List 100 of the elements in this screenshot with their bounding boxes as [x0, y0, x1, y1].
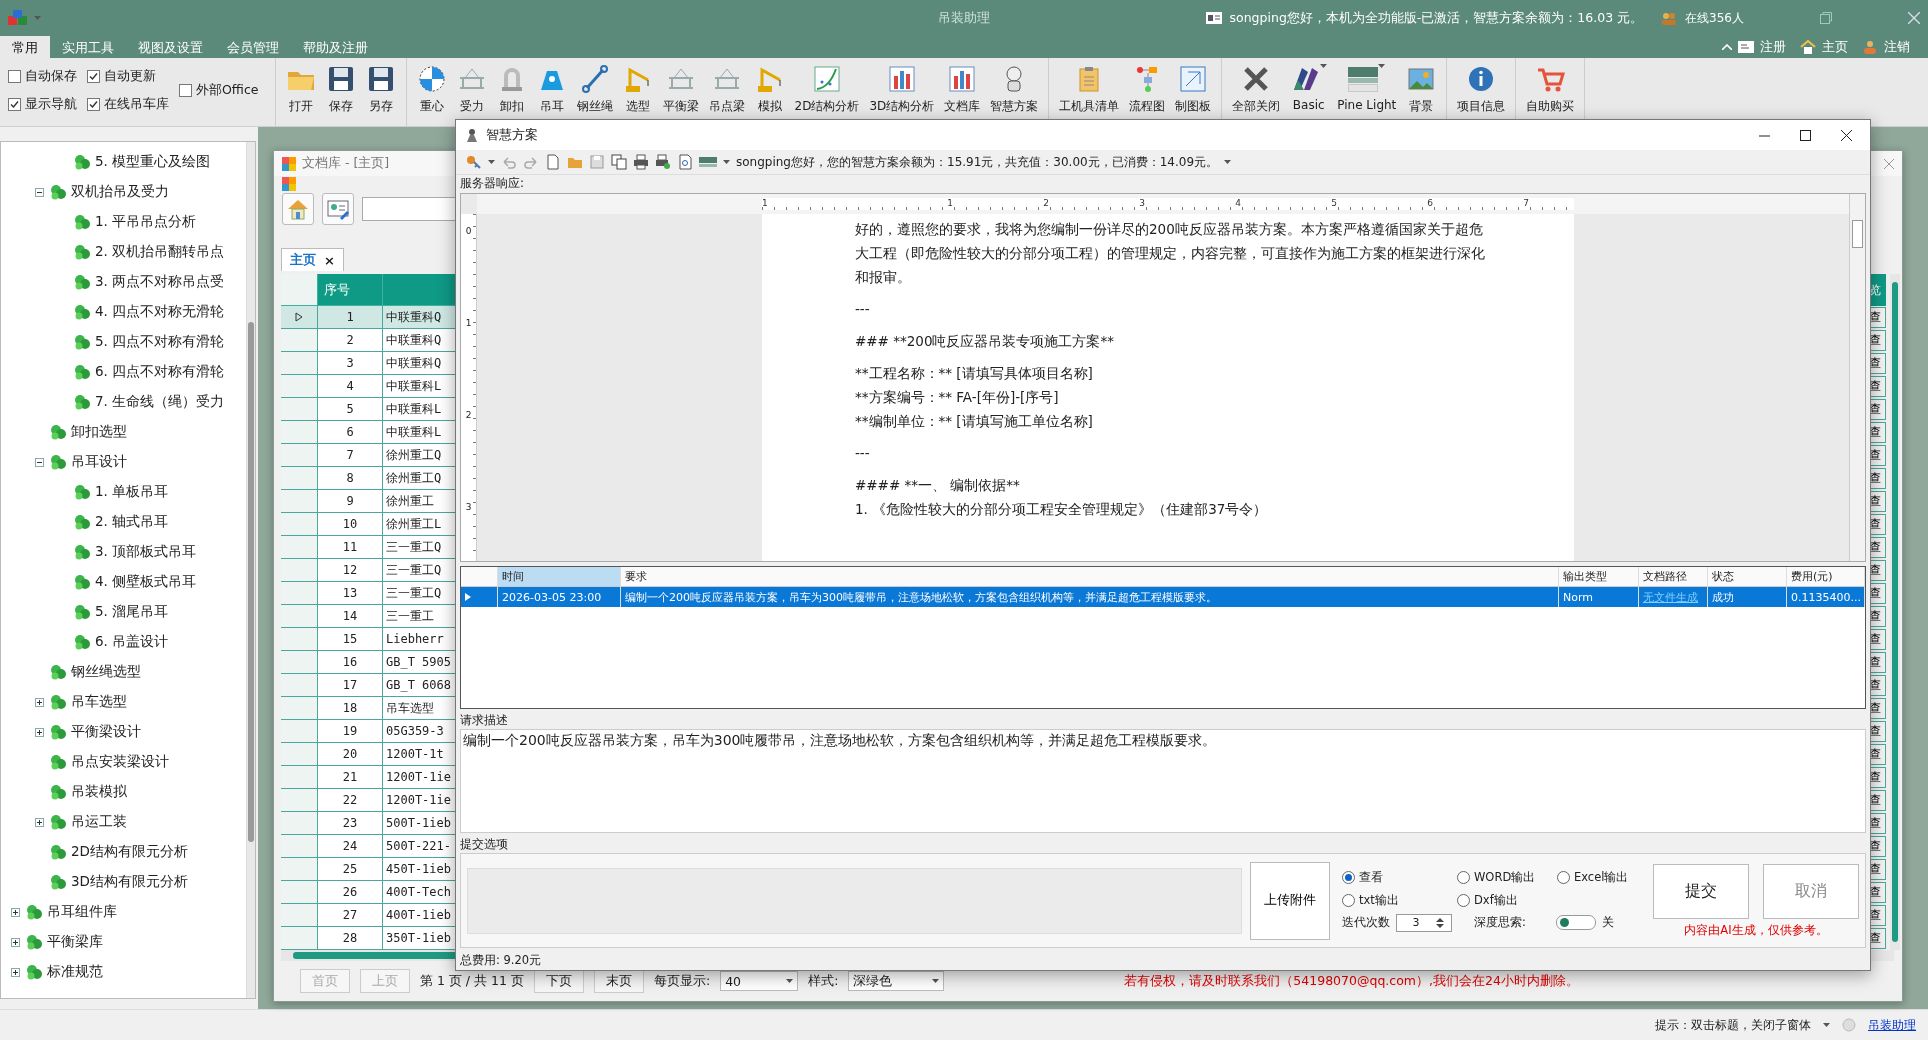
- upload-button[interactable]: 上传附件: [1250, 861, 1330, 940]
- number-field[interactable]: 3: [1396, 913, 1452, 932]
- cancel-button[interactable]: 取消: [1763, 863, 1859, 919]
- tree-item[interactable]: 4. 四点不对称无滑轮: [95, 303, 225, 321]
- tree-item[interactable]: 7. 生命线（绳）受力: [95, 393, 225, 411]
- menu-link[interactable]: 主页: [1822, 38, 1848, 56]
- table-row[interactable]: 8 徐州重工Q: [281, 467, 456, 490]
- row-selector[interactable]: [281, 789, 318, 812]
- table-row[interactable]: 20 1200T-1t: [281, 743, 456, 766]
- table-row[interactable]: 22 1200T-1ie: [281, 789, 456, 812]
- restore-icon[interactable]: [1820, 12, 1832, 24]
- submit-button[interactable]: 提交: [1653, 863, 1749, 919]
- row-selector[interactable]: [281, 329, 318, 352]
- table-row[interactable]: 17 GB_T 6068: [281, 674, 456, 697]
- row-selector[interactable]: [281, 513, 318, 536]
- scrollbar[interactable]: [246, 142, 255, 998]
- row-selector[interactable]: [281, 697, 318, 720]
- row-selector[interactable]: [281, 375, 318, 398]
- table-row[interactable]: 6 中联重科L: [281, 421, 456, 444]
- toggle-switch[interactable]: [1555, 915, 1596, 930]
- ribbon-button[interactable]: 受力: [452, 64, 491, 115]
- table-row[interactable]: 12 三一重工Q: [281, 559, 456, 582]
- ribbon-button[interactable]: 流程图: [1125, 64, 1170, 115]
- row-selector[interactable]: [281, 559, 318, 582]
- expand-icon[interactable]: [10, 907, 20, 917]
- ribbon-button[interactable]: 保存: [321, 64, 360, 115]
- tree-item[interactable]: 3. 顶部板式吊耳: [95, 543, 197, 561]
- tree-item[interactable]: 5. 模型重心及绘图: [95, 153, 211, 171]
- row-selector[interactable]: [281, 766, 318, 789]
- tree-item[interactable]: 卸扣选型: [71, 423, 127, 441]
- undo-icon[interactable]: [501, 154, 517, 170]
- table-row[interactable]: 2026-03-05 23:00 编制一个200吨反应器吊装方案，吊车为300吨履带吊，注意场地松软，方案包含组织机构等，并满足超危工程模版要求。 Norm 无文件生成 成功 0.1135400...: [461, 587, 1865, 607]
- table-row[interactable]: 11 三一重工Q: [281, 536, 456, 559]
- table-row[interactable]: 27 400T-1ieb: [281, 904, 456, 927]
- menu-tab[interactable]: 会员管理: [215, 36, 291, 58]
- ribbon-button[interactable]: 制图板: [1171, 64, 1216, 115]
- row-selector[interactable]: [281, 904, 318, 927]
- row-selector[interactable]: [281, 605, 318, 628]
- expand-icon[interactable]: [10, 937, 20, 947]
- table-row[interactable]: 4 中联重科L: [281, 375, 456, 398]
- table-row[interactable]: 28 350T-1ieb: [281, 927, 456, 950]
- ribbon-button[interactable]: 全部关闭: [1228, 64, 1285, 115]
- table-row[interactable]: 5 中联重科L: [281, 398, 456, 421]
- tree-item[interactable]: 1. 平吊吊点分析: [95, 213, 197, 231]
- tree-item[interactable]: 5. 四点不对称有滑轮: [95, 333, 225, 351]
- column-header[interactable]: 文档路径: [1639, 567, 1708, 587]
- home-button[interactable]: [282, 193, 314, 225]
- scrollbar[interactable]: [1849, 194, 1865, 561]
- tree-item[interactable]: 2. 轴式吊耳: [95, 513, 169, 531]
- column-header[interactable]: 要求: [621, 567, 1559, 587]
- expand-icon[interactable]: [10, 967, 20, 977]
- row-selector[interactable]: [281, 490, 318, 513]
- ribbon-button[interactable]: 3D结构分析: [865, 64, 939, 115]
- ribbon-button[interactable]: 背景: [1402, 64, 1441, 115]
- table-row[interactable]: 15 Liebherr: [281, 628, 456, 651]
- collapse-icon[interactable]: [34, 457, 44, 467]
- radio-button[interactable]: [1342, 893, 1355, 907]
- menu-link[interactable]: 注册: [1760, 38, 1786, 56]
- row-selector[interactable]: [281, 858, 318, 881]
- row-selector[interactable]: [281, 927, 318, 950]
- tree-item[interactable]: 5. 溜尾吊耳: [95, 603, 169, 621]
- row-selector[interactable]: [281, 582, 318, 605]
- checkbox[interactable]: [87, 97, 100, 111]
- new-file-icon[interactable]: [545, 154, 561, 170]
- menu-tab[interactable]: 视图及设置: [126, 36, 215, 58]
- row-selector[interactable]: [281, 881, 318, 904]
- key-icon[interactable]: [466, 154, 482, 170]
- menu-link[interactable]: 注销: [1884, 38, 1910, 56]
- row-selector[interactable]: [281, 651, 318, 674]
- ribbon-button[interactable]: 钢丝绳: [572, 64, 617, 115]
- row-selector[interactable]: [281, 467, 318, 490]
- tree-item[interactable]: 3D结构有限元分析: [71, 873, 188, 891]
- row-selector[interactable]: [281, 720, 318, 743]
- print-preview-icon[interactable]: [655, 154, 671, 170]
- table-row[interactable]: 25 450T-1ieb: [281, 858, 456, 881]
- tree-item[interactable]: 1. 单板吊耳: [95, 483, 169, 501]
- ribbon-button[interactable]: 项目信息: [1453, 64, 1510, 115]
- ribbon-button[interactable]: 重心: [412, 64, 451, 115]
- table-row[interactable]: 1 中联重科Q: [281, 306, 456, 329]
- ribbon-button[interactable]: 工机具清单: [1055, 64, 1124, 115]
- checkbox[interactable]: [8, 69, 21, 83]
- row-selector[interactable]: [281, 421, 318, 444]
- row-selector[interactable]: [281, 812, 318, 835]
- row-selector[interactable]: [281, 536, 318, 559]
- ribbon-button[interactable]: 打开: [281, 64, 320, 115]
- ribbon-button[interactable]: 另存: [361, 64, 400, 115]
- table-row[interactable]: 18 吊车选型: [281, 697, 456, 720]
- tree-item[interactable]: 钢丝绳选型: [71, 663, 141, 681]
- tree-item[interactable]: 6. 吊盖设计: [95, 633, 169, 651]
- redo-icon[interactable]: [523, 154, 539, 170]
- tree-item[interactable]: 平衡梁库: [47, 933, 103, 951]
- contact-button[interactable]: [322, 193, 354, 225]
- tree-item[interactable]: 标准规范: [47, 963, 103, 981]
- ribbon-button[interactable]: 文档库: [940, 64, 985, 115]
- tree-item[interactable]: 4. 侧壁板式吊耳: [95, 573, 197, 591]
- page-view-icon[interactable]: [677, 154, 693, 170]
- ribbon-button[interactable]: 卸扣: [492, 64, 531, 115]
- radio-button[interactable]: [1342, 870, 1355, 884]
- ribbon-button[interactable]: Pine Light: [1333, 64, 1401, 112]
- save-icon[interactable]: [589, 154, 605, 170]
